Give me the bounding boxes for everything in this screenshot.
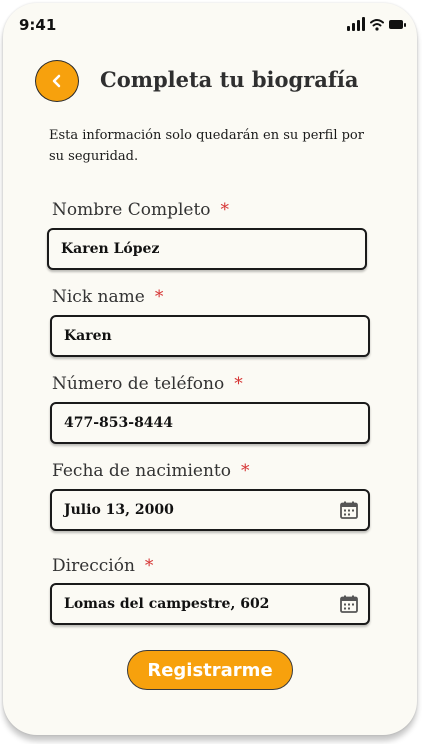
- status-bar: 9:41: [3, 3, 417, 43]
- birthdate-label: Fecha de nacimiento *: [52, 461, 249, 481]
- required-mark: *: [154, 287, 164, 307]
- address-label-text: Dirección: [52, 556, 135, 576]
- phone-value: 477-853-8444: [64, 415, 174, 431]
- full-name-label: Nombre Completo *: [52, 200, 229, 220]
- full-name-label-text: Nombre Completo: [52, 200, 211, 220]
- birthdate-value: Julio 13, 2000: [64, 502, 174, 518]
- nickname-label-text: Nick name: [52, 287, 145, 307]
- wifi-icon: [370, 19, 384, 31]
- nickname-input[interactable]: Karen: [50, 315, 370, 357]
- subtitle-text: Esta información solo quedarán en su per…: [49, 128, 364, 164]
- calendar-icon[interactable]: [338, 499, 360, 521]
- required-mark: *: [234, 374, 243, 394]
- phone-input[interactable]: 477-853-8444: [50, 402, 370, 444]
- signal-icon: [347, 17, 365, 31]
- phone-label-text: Número de teléfono: [52, 374, 225, 394]
- nickname-label: Nick name *: [52, 287, 163, 307]
- phone-label: Número de teléfono *: [52, 374, 243, 394]
- address-label: Dirección *: [52, 556, 153, 576]
- address-input[interactable]: Lomas del campestre, 602: [50, 583, 370, 625]
- register-button[interactable]: Registrarme: [127, 650, 293, 690]
- address-value: Lomas del campestre, 602: [64, 596, 270, 612]
- battery-icon: [389, 20, 406, 29]
- calendar-icon[interactable]: [338, 593, 360, 615]
- back-button[interactable]: [35, 60, 79, 102]
- required-mark: *: [144, 556, 154, 576]
- full-name-value: Karen López: [61, 241, 160, 257]
- birthdate-input[interactable]: Julio 13, 2000: [50, 489, 370, 531]
- chevron-left-icon: [52, 74, 61, 88]
- page-title: Completa tu biografía: [100, 67, 359, 92]
- status-time: 9:41: [19, 16, 57, 34]
- full-name-input[interactable]: Karen López: [47, 228, 367, 270]
- required-mark: *: [240, 461, 250, 481]
- phone-screen: 9:41 Completa tu biografía Esta informac…: [3, 3, 417, 735]
- status-icons: [347, 17, 406, 31]
- birthdate-label-text: Fecha de nacimiento: [52, 461, 231, 481]
- nickname-value: Karen: [64, 328, 112, 344]
- required-mark: *: [220, 200, 230, 220]
